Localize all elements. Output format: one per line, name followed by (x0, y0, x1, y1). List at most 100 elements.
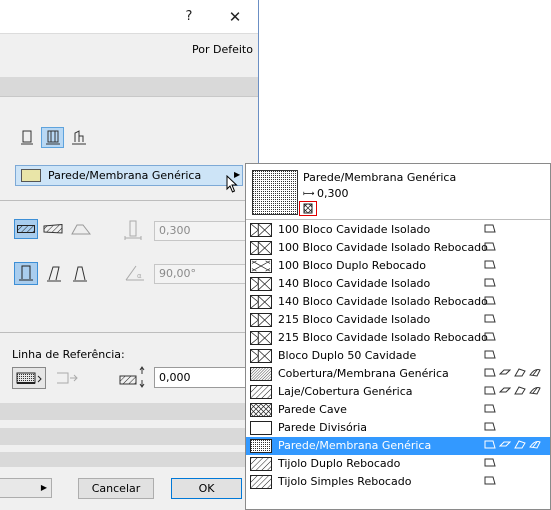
help-button[interactable]: ? (172, 0, 206, 33)
fill-list-item[interactable]: Parede Cave (246, 401, 550, 419)
element-type-icons (484, 313, 496, 327)
wall-type-icon (484, 367, 496, 381)
fill-list-item[interactable]: Tijolo Duplo Rebocado (246, 455, 550, 473)
wall-type-icon (484, 421, 496, 435)
slanted-wall-icon[interactable] (44, 263, 64, 285)
fill-list-item[interactable]: 100 Bloco Duplo Rebocado (246, 257, 550, 275)
element-type-icons (484, 259, 496, 273)
reference-line-dropdown[interactable] (12, 367, 46, 389)
thickness-icon: ⟼ (303, 189, 315, 198)
element-type-icons (484, 241, 496, 255)
divider (0, 96, 258, 97)
roof-type-icon (514, 367, 526, 381)
wall-type-icon (484, 277, 496, 291)
divider (0, 33, 258, 34)
fill-list-item-label: 100 Bloco Duplo Rebocado (278, 259, 426, 272)
close-button[interactable]: ✕ (218, 0, 252, 33)
complex-profile-icon[interactable] (70, 128, 88, 146)
element-type-icons (484, 439, 541, 453)
double-slanted-wall-icon[interactable] (70, 263, 90, 285)
wall-type-icon (484, 457, 496, 471)
element-type-icons (484, 475, 496, 489)
fill-list-item[interactable]: Cobertura/Membrana Genérica (246, 365, 550, 383)
wall-type-icon (484, 439, 496, 453)
fill-list-item[interactable]: 215 Bloco Cavidade Isolado Rebocado (246, 329, 550, 347)
panel-section-bar[interactable] (0, 403, 258, 420)
fill-list-item[interactable]: 140 Bloco Cavidade Isolado Rebocado (246, 293, 550, 311)
element-type-icons (484, 385, 541, 399)
basic-structure-icon[interactable] (19, 128, 35, 146)
fill-list-item[interactable]: Laje/Cobertura Genérica (246, 383, 550, 401)
composite-structure-icon[interactable] (41, 127, 64, 148)
vertical-wall-icon[interactable] (14, 262, 38, 285)
fill-list-item[interactable]: 100 Bloco Cavidade Isolado (246, 221, 550, 239)
fill-pattern-swatch (250, 331, 272, 345)
wall-type-icon (484, 385, 496, 399)
wall-settings-dialog: ? ✕ Por Defeito Parede/Membrana Genérica… (0, 0, 259, 510)
wall-type-icon (484, 223, 496, 237)
fill-pattern-swatch (250, 349, 272, 363)
svg-text:α: α (137, 272, 142, 280)
flip-reference-icon[interactable] (54, 368, 80, 388)
fill-list-item-label: Bloco Duplo 50 Cavidade (278, 349, 417, 362)
fill-list-item-label: Parede Divisória (278, 421, 368, 434)
fill-list-item-label: 100 Bloco Cavidade Isolado Rebocado (278, 241, 488, 254)
fill-list-item[interactable]: 100 Bloco Cavidade Isolado Rebocado (246, 239, 550, 257)
fill-list-item[interactable]: Parede Divisória (246, 419, 550, 437)
fill-pattern-swatch (250, 403, 272, 417)
fill-pattern-swatch (250, 457, 272, 471)
fill-pattern-swatch (250, 223, 272, 237)
fill-list-item[interactable]: 215 Bloco Cavidade Isolado (246, 311, 550, 329)
element-type-icons (484, 295, 496, 309)
fill-popup: Parede/Membrana Genérica ⟼ 0,300 100 Blo… (245, 163, 551, 510)
slab-type-icon (498, 367, 512, 381)
thickness-field[interactable]: 0,300 (154, 221, 258, 241)
polygonal-wall-icon[interactable] (70, 220, 92, 238)
fill-swatch (21, 169, 41, 182)
wall-type-icon (484, 241, 496, 255)
ok-button[interactable]: OK (171, 478, 242, 499)
wall-type-icon (484, 259, 496, 273)
fill-list-item[interactable]: Tijolo Simples Rebocado (246, 473, 550, 491)
angle-icon: α (124, 264, 146, 285)
straight-wall-icon[interactable] (14, 219, 38, 239)
fill-pattern-swatch (250, 475, 272, 489)
fill-selector[interactable]: Parede/Membrana Genérica ▶ (15, 165, 243, 186)
panel-section-bar[interactable] (0, 428, 258, 445)
fill-pattern-swatch (250, 259, 272, 273)
fill-pattern-swatch (250, 421, 272, 435)
mouse-cursor-icon (226, 174, 238, 196)
element-type-icons (484, 421, 496, 435)
offset-input[interactable]: 0,000 (154, 367, 258, 388)
favorites-dropdown[interactable]: ▶ (0, 478, 52, 498)
slab-type-icon (498, 439, 512, 453)
fill-list-item[interactable]: Parede/Membrana Genérica (246, 437, 550, 455)
element-type-icons (484, 277, 496, 291)
chevron-right-icon: ▶ (40, 483, 47, 492)
element-type-icons (484, 349, 496, 363)
fill-preview-name: Parede/Membrana Genérica (303, 171, 457, 184)
wall-type-icon (484, 295, 496, 309)
wall-type-icon (484, 349, 496, 363)
element-type-icons (484, 367, 541, 381)
angle-field[interactable]: 90,00° (154, 264, 258, 284)
default-label: Por Defeito (192, 43, 253, 56)
fill-list-item[interactable]: Bloco Duplo 50 Cavidade (246, 347, 550, 365)
fill-list-item-label: 215 Bloco Cavidade Isolado (278, 313, 431, 326)
wall-type-icon (484, 403, 496, 417)
fill-preview-thickness: 0,300 (317, 187, 349, 200)
shell-type-icon (529, 367, 541, 381)
fill-list-item-label: 140 Bloco Cavidade Isolado (278, 277, 431, 290)
wall-type-icon (484, 331, 496, 345)
panel-section-bar[interactable] (0, 452, 258, 467)
fill-list-item-label: Tijolo Simples Rebocado (278, 475, 412, 488)
roof-type-icon (514, 385, 526, 399)
shell-type-icon (529, 439, 541, 453)
structure-icon (299, 201, 317, 216)
fill-selector-label: Parede/Membrana Genérica (48, 169, 202, 182)
wall-type-icon (484, 313, 496, 327)
trapezoid-wall-icon[interactable] (42, 220, 64, 238)
fill-list-item[interactable]: 140 Bloco Cavidade Isolado (246, 275, 550, 293)
cancel-button[interactable]: Cancelar (78, 478, 154, 499)
title-bar: ? ✕ (0, 0, 258, 33)
